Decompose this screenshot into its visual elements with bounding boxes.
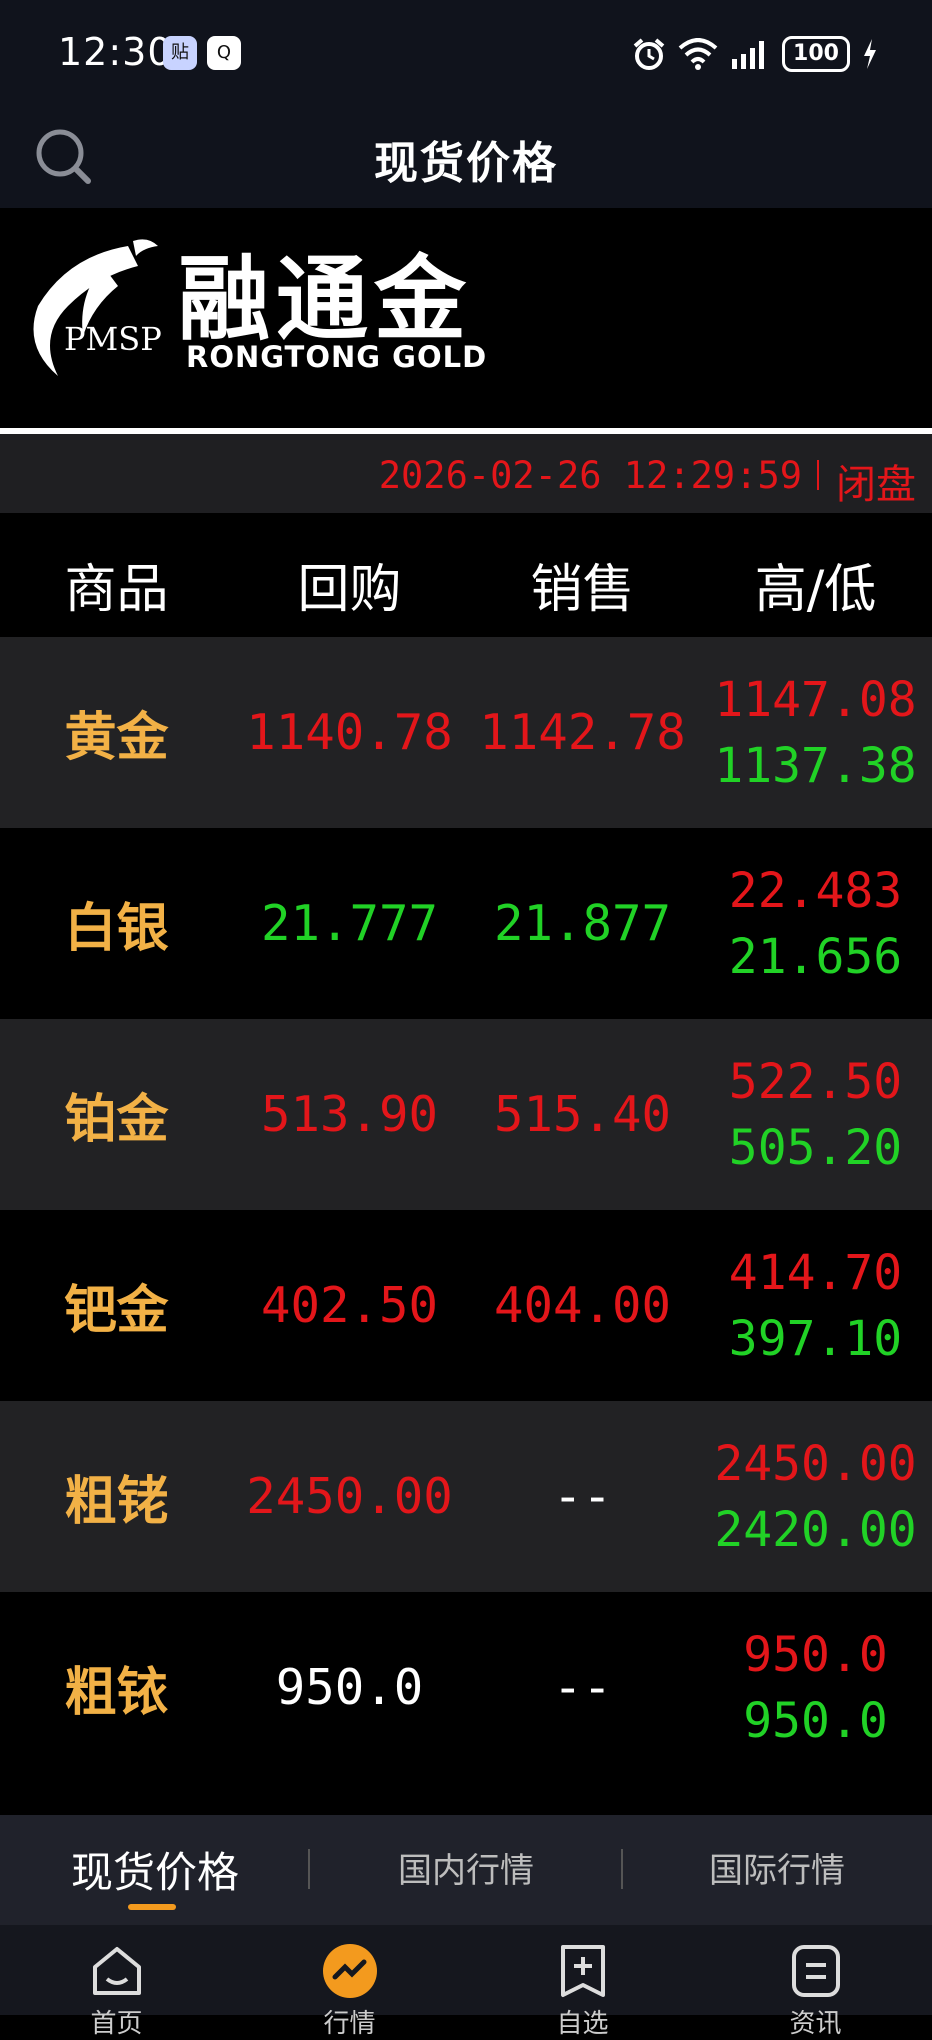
low-price: 950.0 <box>743 1692 888 1749</box>
quote-time-row: 2026-02-26 12:29:59 闭盘 <box>0 434 932 513</box>
column-header-product: 商品 <box>64 560 169 620</box>
divider <box>817 460 819 490</box>
news-icon <box>791 1945 840 1997</box>
buyback-price: 21.777 <box>260 895 438 952</box>
nav-home[interactable]: 首页 <box>0 1943 233 2040</box>
sell-price: 404.00 <box>493 1277 671 1334</box>
app-header: 现货价格 <box>0 105 932 208</box>
high-low-cell: 2450.00 2420.00 <box>699 1401 932 1592</box>
product-name: 黄金 <box>64 708 169 768</box>
trend-icon <box>322 1944 377 1998</box>
qq-notification-icon: Q <box>207 36 241 70</box>
sell-price: 515.40 <box>493 1086 671 1143</box>
tab-domestic-market[interactable]: 国内行情 <box>311 1843 621 1892</box>
alarm-icon <box>633 38 665 70</box>
signal-icon <box>732 41 764 69</box>
bottom-navigation: 首页 行情 自选 资讯 <box>0 1925 932 2039</box>
logo-badge-text: PMSP <box>64 320 162 358</box>
quote-timestamp: 2026-02-26 12:29:59 <box>378 454 802 497</box>
battery-indicator: 100 <box>782 36 850 72</box>
nav-watchlist[interactable]: 自选 <box>466 1943 699 2040</box>
high-price: 2450.00 <box>714 1435 917 1492</box>
nav-watchlist-label: 自选 <box>556 2009 609 2039</box>
low-price: 1137.38 <box>714 737 917 794</box>
product-name: 粗铑 <box>64 1472 169 1532</box>
high-low-cell: 1147.08 1137.38 <box>699 637 932 828</box>
active-tab-indicator <box>128 1904 176 1910</box>
table-row[interactable]: 铂金 513.90 515.40 522.50 505.20 <box>0 1019 932 1210</box>
low-price: 397.10 <box>728 1310 903 1367</box>
high-low-cell: 950.0 950.0 <box>699 1592 932 1783</box>
column-header-sell: 销售 <box>530 560 635 620</box>
low-price: 2420.00 <box>714 1501 917 1558</box>
table-row[interactable]: 钯金 402.50 404.00 414.70 397.10 <box>0 1210 932 1401</box>
buyback-price: 950.0 <box>275 1659 424 1716</box>
sell-price: 1142.78 <box>479 704 686 761</box>
column-header-high-low: 高/低 <box>754 560 877 620</box>
status-indicators: 100 <box>632 30 878 78</box>
product-name: 粗铱 <box>64 1663 169 1723</box>
tieba-notification-icon: 贴 <box>163 36 197 70</box>
status-time: 12:30 <box>58 30 173 74</box>
high-price: 950.0 <box>743 1626 888 1683</box>
high-low-cell: 414.70 397.10 <box>699 1210 932 1401</box>
low-price: 21.656 <box>728 928 903 985</box>
dragon-logo-icon <box>33 239 158 376</box>
table-row[interactable]: 白银 21.777 21.877 22.483 21.656 <box>0 828 932 1019</box>
high-price: 1147.08 <box>714 671 917 728</box>
tab-divider <box>308 1849 310 1889</box>
wifi-icon <box>678 38 718 70</box>
column-header-buyback: 回购 <box>297 560 402 620</box>
nav-market[interactable]: 行情 <box>233 1943 466 2040</box>
nav-news-label: 资讯 <box>789 2009 842 2039</box>
table-row[interactable]: 粗铱 950.0 -- 950.0 950.0 <box>0 1592 932 1783</box>
low-price: 505.20 <box>728 1119 903 1176</box>
product-name: 钯金 <box>64 1281 169 1341</box>
sell-price: 21.877 <box>493 895 671 952</box>
nav-news[interactable]: 资讯 <box>699 1943 932 2040</box>
tab-spot-price[interactable]: 现货价格 <box>0 1839 310 1900</box>
high-price: 414.70 <box>728 1244 903 1301</box>
nav-home-label: 首页 <box>90 2009 143 2039</box>
table-row[interactable]: 黄金 1140.78 1142.78 1147.08 1137.38 <box>0 637 932 828</box>
tab-international-market[interactable]: 国际行情 <box>622 1843 932 1892</box>
product-name: 铂金 <box>64 1090 169 1150</box>
sell-price: -- <box>552 1468 612 1525</box>
price-sub-tabs: 现货价格 国内行情 国际行情 <box>0 1815 932 1925</box>
logo-english-name: RONGTONG GOLD <box>186 340 488 374</box>
high-price: 522.50 <box>728 1053 903 1110</box>
brand-banner: PMSP 融通金 RONGTONG GOLD <box>0 208 932 428</box>
page-title: 现货价格 <box>374 138 558 189</box>
buyback-price: 402.50 <box>260 1277 438 1334</box>
table-row[interactable]: 粗铑 2450.00 -- 2450.00 2420.00 <box>0 1401 932 1592</box>
home-icon <box>92 1947 141 1995</box>
table-header: 商品 回购 销售 高/低 <box>0 513 932 637</box>
buyback-price: 513.90 <box>260 1086 438 1143</box>
high-price: 22.483 <box>728 862 903 919</box>
status-bar: 12:30 贴 Q 100 <box>0 0 932 105</box>
sell-price: -- <box>552 1659 612 1716</box>
buyback-price: 1140.78 <box>246 704 453 761</box>
logo-chinese-name: 融通金 <box>178 246 473 353</box>
add-bookmark-icon <box>560 1945 605 1997</box>
market-status: 闭盘 <box>836 462 916 508</box>
buyback-price: 2450.00 <box>246 1468 453 1525</box>
high-low-cell: 522.50 505.20 <box>699 1019 932 1210</box>
product-name: 白银 <box>64 899 169 959</box>
charging-icon <box>864 39 876 69</box>
nav-market-label: 行情 <box>323 2009 376 2039</box>
high-low-cell: 22.483 21.656 <box>699 828 932 1019</box>
